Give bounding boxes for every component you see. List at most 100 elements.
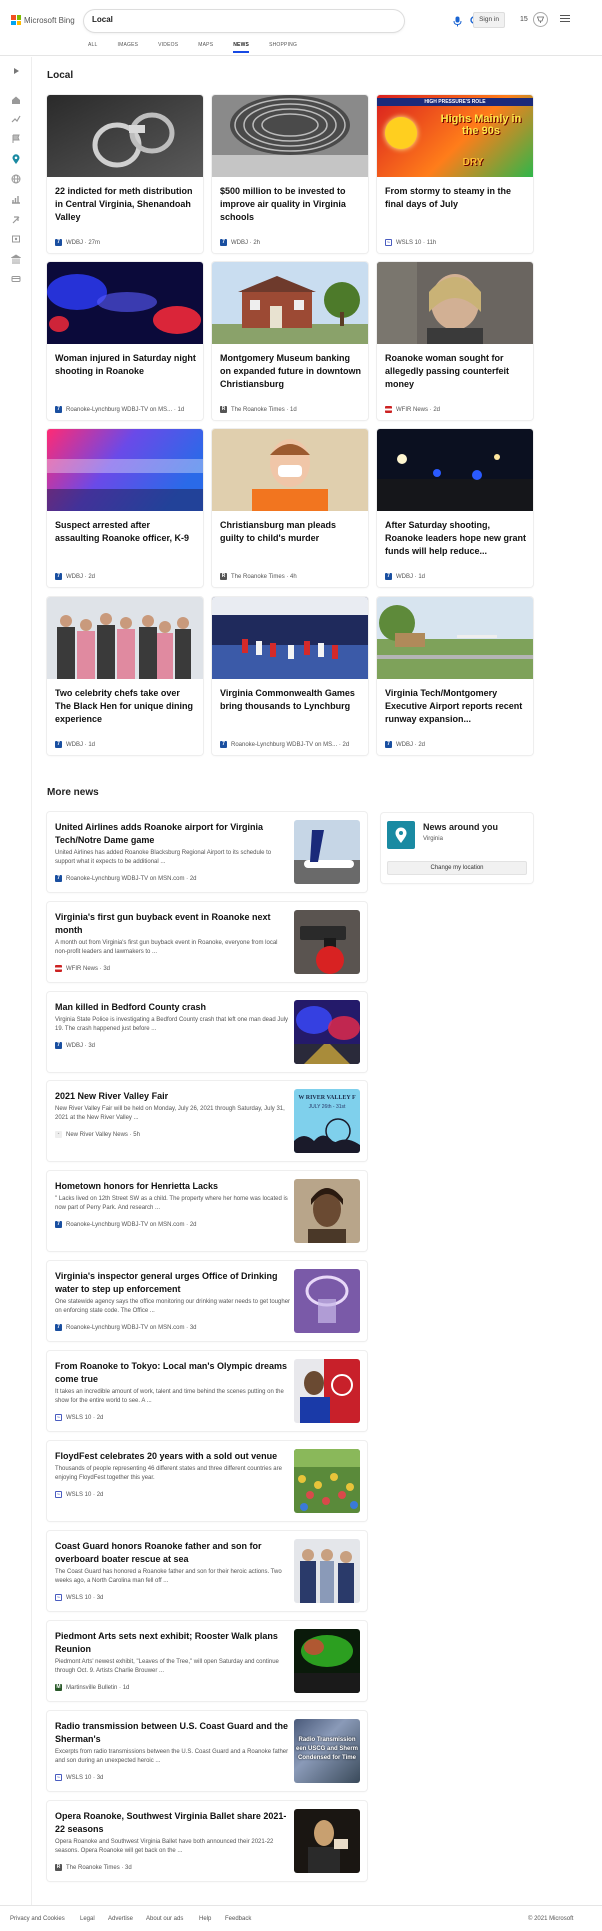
news-card[interactable]: Roanoke woman sought for allegedly passi…: [377, 262, 533, 420]
politics-icon[interactable]: [9, 254, 22, 265]
news-source: WSLS 10: [66, 1414, 92, 1421]
news-list-item[interactable]: FloydFest celebrates 20 years with a sol…: [47, 1441, 367, 1521]
news-list-item[interactable]: Opera Roanoke, Southwest Virginia Ballet…: [47, 1801, 367, 1881]
news-card[interactable]: Montgomery Museum banking on expanded fu…: [212, 262, 368, 420]
card-age: 1d: [290, 406, 297, 413]
card-title[interactable]: Virginia Tech/Montgomery Executive Airpo…: [385, 687, 527, 726]
news-title[interactable]: Man killed in Bedford County crash: [55, 1001, 291, 1014]
tab-maps[interactable]: MAPS: [198, 42, 213, 48]
card-title[interactable]: Two celebrity chefs take over The Black …: [55, 687, 197, 726]
footer-link-privacy[interactable]: Privacy and Cookies: [10, 1916, 65, 1922]
news-title[interactable]: 2021 New River Valley Fair: [55, 1090, 291, 1103]
news-title[interactable]: Radio transmission between U.S. Coast Gu…: [55, 1720, 291, 1746]
globe-icon[interactable]: [10, 174, 21, 185]
footer-link-advertise[interactable]: Advertise: [108, 1916, 133, 1922]
opera-singer-thumbnail: [294, 1809, 360, 1873]
news-title[interactable]: Opera Roanoke, Southwest Virginia Ballet…: [55, 1810, 291, 1836]
news-list-item[interactable]: Virginia's inspector general urges Offic…: [47, 1261, 367, 1341]
card-title[interactable]: Virginia Commonwealth Games bring thousa…: [220, 687, 362, 713]
news-card[interactable]: Two celebrity chefs take over The Black …: [47, 597, 203, 755]
news-card[interactable]: Virginia Tech/Montgomery Executive Airpo…: [377, 597, 533, 755]
news-title[interactable]: Hometown honors for Henrietta Lacks: [55, 1180, 291, 1193]
money-icon[interactable]: [10, 274, 21, 285]
trending-icon[interactable]: [10, 114, 21, 125]
news-card[interactable]: Christiansburg man pleads guilty to chil…: [212, 429, 368, 587]
vertical-tabs: ALL IMAGES VIDEOS MAPS NEWS SHOPPING: [88, 42, 317, 53]
location-pin-icon: [387, 821, 415, 849]
news-card[interactable]: Suspect arrested after assaulting Roanok…: [47, 429, 203, 587]
sign-in-button[interactable]: Sign in: [473, 12, 505, 28]
sports-icon[interactable]: [10, 234, 21, 245]
science-icon[interactable]: [10, 214, 21, 225]
roanoke-times-logo-icon: R: [55, 1864, 62, 1871]
card-title[interactable]: $500 million to be invested to improve a…: [220, 185, 362, 224]
news-source: New River Valley News: [66, 1131, 128, 1138]
news-card[interactable]: After Saturday shooting, Roanoke leaders…: [377, 429, 533, 587]
card-title[interactable]: From stormy to steamy in the final days …: [385, 185, 527, 211]
news-list-item[interactable]: Virginia's first gun buyback event in Ro…: [47, 902, 367, 982]
news-list-item[interactable]: Coast Guard honors Roanoke father and so…: [47, 1531, 367, 1611]
rewards-points[interactable]: 15: [520, 16, 528, 23]
news-title[interactable]: United Airlines adds Roanoke airport for…: [55, 821, 291, 847]
wsls-logo-icon: ~: [55, 1774, 62, 1781]
tab-images[interactable]: IMAGES: [118, 42, 139, 48]
news-title[interactable]: From Roanoke to Tokyo: Local man's Olymp…: [55, 1360, 291, 1386]
night-scene-thumbnail: [377, 429, 533, 511]
search-box: [84, 10, 480, 32]
news-meta: R The Roanoke Times · 3d: [55, 1864, 132, 1871]
tab-shopping[interactable]: SHOPPING: [269, 42, 297, 48]
news-list-item[interactable]: From Roanoke to Tokyo: Local man's Olymp…: [47, 1351, 367, 1431]
news-title[interactable]: Virginia's inspector general urges Offic…: [55, 1270, 291, 1296]
bing-logo[interactable]: Microsoft Bing: [11, 15, 75, 25]
flag-icon[interactable]: [10, 134, 21, 145]
footer-link-help[interactable]: Help: [199, 1916, 211, 1922]
news-title[interactable]: Piedmont Arts sets next exhibit; Rooster…: [55, 1630, 291, 1656]
footer-link-about-ads[interactable]: About our ads: [146, 1916, 183, 1922]
card-meta: WFIR News · 2d: [385, 406, 440, 413]
card-title[interactable]: Christiansburg man pleads guilty to chil…: [220, 519, 362, 545]
card-title[interactable]: Suspect arrested after assaulting Roanok…: [55, 519, 197, 545]
location-icon[interactable]: [10, 154, 21, 165]
play-icon[interactable]: [10, 66, 21, 77]
news-card[interactable]: Virginia Commonwealth Games bring thousa…: [212, 597, 368, 755]
footer-copyright: © 2021 Microsoft: [528, 1916, 574, 1922]
mic-icon[interactable]: [453, 16, 462, 27]
card-source: WFIR News: [396, 406, 428, 413]
wdbj-logo-icon: 7: [55, 1042, 62, 1049]
olympics-thumbnail: [294, 1359, 360, 1423]
news-card[interactable]: $500 million to be invested to improve a…: [212, 95, 368, 253]
rewards-icon[interactable]: [533, 12, 548, 27]
card-title[interactable]: Roanoke woman sought for allegedly passi…: [385, 352, 527, 391]
news-title[interactable]: Coast Guard honors Roanoke father and so…: [55, 1540, 291, 1566]
news-title[interactable]: Virginia's first gun buyback event in Ro…: [55, 911, 291, 937]
footer-link-feedback[interactable]: Feedback: [225, 1916, 251, 1922]
tab-news[interactable]: NEWS: [233, 42, 249, 53]
business-icon[interactable]: [10, 194, 21, 205]
card-title[interactable]: After Saturday shooting, Roanoke leaders…: [385, 519, 527, 558]
tab-all[interactable]: ALL: [88, 42, 98, 48]
card-title[interactable]: Woman injured in Saturday night shooting…: [55, 352, 197, 378]
change-location-button[interactable]: Change my location: [387, 861, 527, 875]
tab-videos[interactable]: VIDEOS: [158, 42, 178, 48]
news-list-item[interactable]: Piedmont Arts sets next exhibit; Rooster…: [47, 1621, 367, 1701]
news-list-item[interactable]: Man killed in Bedford County crash Virgi…: [47, 992, 367, 1072]
news-card[interactable]: 22 indicted for meth distribution in Cen…: [47, 95, 203, 253]
news-card[interactable]: HIGH PRESSURE'S ROLE Highs Mainly in the…: [377, 95, 533, 253]
news-card[interactable]: Woman injured in Saturday night shooting…: [47, 262, 203, 420]
news-age: 5h: [133, 1131, 140, 1138]
card-meta: 7 WDBJ · 2d: [55, 573, 95, 580]
footer-link-legal[interactable]: Legal: [80, 1916, 95, 1922]
card-title[interactable]: 22 indicted for meth distribution in Cen…: [55, 185, 197, 224]
news-title[interactable]: FloydFest celebrates 20 years with a sol…: [55, 1450, 291, 1463]
news-list-item[interactable]: Hometown honors for Henrietta Lacks " La…: [47, 1171, 367, 1251]
news-list-item[interactable]: United Airlines adds Roanoke airport for…: [47, 812, 367, 892]
woman-photo-thumbnail: [377, 262, 533, 344]
news-meta: M Martinsville Bulletin · 1d: [55, 1684, 130, 1691]
news-list-item[interactable]: Radio transmission between U.S. Coast Gu…: [47, 1711, 367, 1791]
card-title[interactable]: Montgomery Museum banking on expanded fu…: [220, 352, 362, 391]
news-list-item[interactable]: 2021 New River Valley Fair New River Val…: [47, 1081, 367, 1161]
home-icon[interactable]: [10, 95, 21, 106]
search-input[interactable]: [92, 15, 342, 24]
menu-icon[interactable]: [560, 15, 570, 24]
news-snippet: A month out from Virginia's first gun bu…: [55, 940, 278, 955]
